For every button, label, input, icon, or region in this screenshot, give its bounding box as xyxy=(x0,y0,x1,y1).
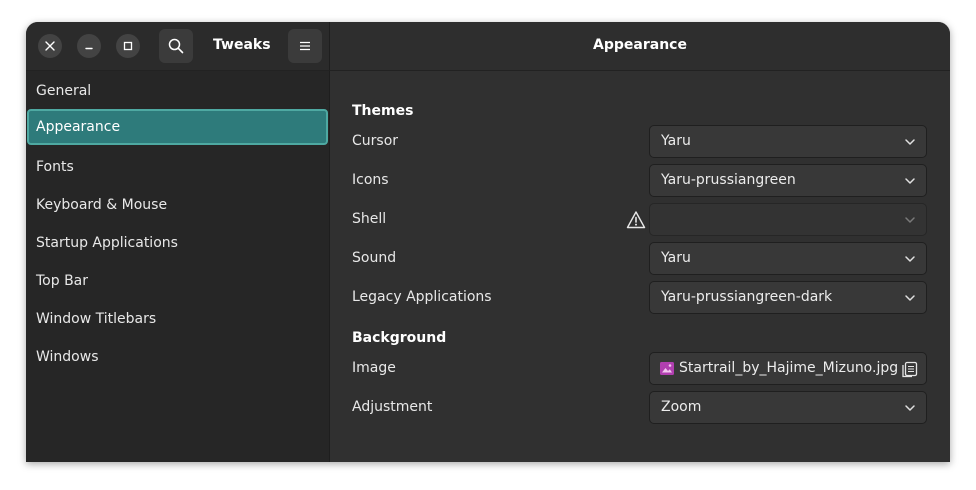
sidebar-item-windows[interactable]: Windows xyxy=(27,339,328,375)
shell-theme-dropdown[interactable] xyxy=(649,203,927,236)
search-button[interactable] xyxy=(159,29,193,63)
sound-theme-value: Yaru xyxy=(661,250,691,266)
chevron-down-icon xyxy=(905,139,915,145)
cursor-theme-value: Yaru xyxy=(661,133,691,149)
cursor-theme-dropdown[interactable]: Yaru xyxy=(649,125,927,158)
page-title: Appearance xyxy=(593,37,687,53)
background-image-chooser[interactable]: Startrail_by_Hajime_Mizuno.jpg xyxy=(649,352,927,385)
close-icon xyxy=(45,41,55,51)
sidebar-item-top-bar[interactable]: Top Bar xyxy=(27,263,328,299)
sidebar-item-window-titlebars[interactable]: Window Titlebars xyxy=(27,301,328,337)
maximize-icon xyxy=(123,41,133,51)
background-section-title: Background xyxy=(352,330,447,346)
chevron-down-icon xyxy=(905,178,915,184)
hamburger-menu-icon xyxy=(300,41,310,51)
themes-section-title: Themes xyxy=(352,103,414,119)
image-label: Image xyxy=(352,360,396,376)
legacy-applications-theme-dropdown[interactable]: Yaru-prussiangreen-dark xyxy=(649,281,927,314)
warning-icon xyxy=(626,211,646,229)
search-icon xyxy=(168,38,184,54)
sidebar-item-startup-applications[interactable]: Startup Applications xyxy=(27,225,328,261)
appearance-panel: Themes Cursor Yaru Icons Yaru-prussiangr… xyxy=(330,71,950,462)
app-title: Tweaks xyxy=(213,37,271,53)
sidebar: General Appearance Fonts Keyboard & Mous… xyxy=(26,71,330,462)
background-image-filename: Startrail_by_Hajime_Mizuno.jpg xyxy=(679,360,899,376)
sidebar-item-fonts[interactable]: Fonts xyxy=(27,149,328,185)
sound-theme-dropdown[interactable]: Yaru xyxy=(649,242,927,275)
icons-theme-value: Yaru-prussiangreen xyxy=(661,172,796,188)
background-adjustment-dropdown[interactable]: Zoom xyxy=(649,391,927,424)
main-menu-button[interactable] xyxy=(288,29,322,63)
maximize-button[interactable] xyxy=(116,34,140,58)
copy-icon[interactable] xyxy=(901,361,918,378)
icons-label: Icons xyxy=(352,172,389,188)
shell-label: Shell xyxy=(352,211,387,227)
tweaks-window: Tweaks Appearance General Appearance Fon… xyxy=(26,22,950,462)
sidebar-item-appearance[interactable]: Appearance xyxy=(27,109,328,145)
legacy-applications-label: Legacy Applications xyxy=(352,289,492,305)
background-adjustment-value: Zoom xyxy=(661,399,702,415)
minimize-icon xyxy=(85,47,93,50)
icons-theme-dropdown[interactable]: Yaru-prussiangreen xyxy=(649,164,927,197)
sidebar-header: Tweaks xyxy=(26,22,330,71)
minimize-button[interactable] xyxy=(77,34,101,58)
chevron-down-icon xyxy=(905,217,915,223)
sidebar-item-general[interactable]: General xyxy=(27,73,328,109)
chevron-down-icon xyxy=(905,405,915,411)
chevron-down-icon xyxy=(905,295,915,301)
sound-label: Sound xyxy=(352,250,397,266)
close-button[interactable] xyxy=(38,34,62,58)
cursor-label: Cursor xyxy=(352,133,399,149)
content-header: Appearance xyxy=(330,22,950,71)
adjustment-label: Adjustment xyxy=(352,399,433,415)
legacy-applications-theme-value: Yaru-prussiangreen-dark xyxy=(661,289,833,305)
sidebar-item-keyboard-mouse[interactable]: Keyboard & Mouse xyxy=(27,187,328,223)
image-file-icon xyxy=(660,362,674,375)
chevron-down-icon xyxy=(905,256,915,262)
